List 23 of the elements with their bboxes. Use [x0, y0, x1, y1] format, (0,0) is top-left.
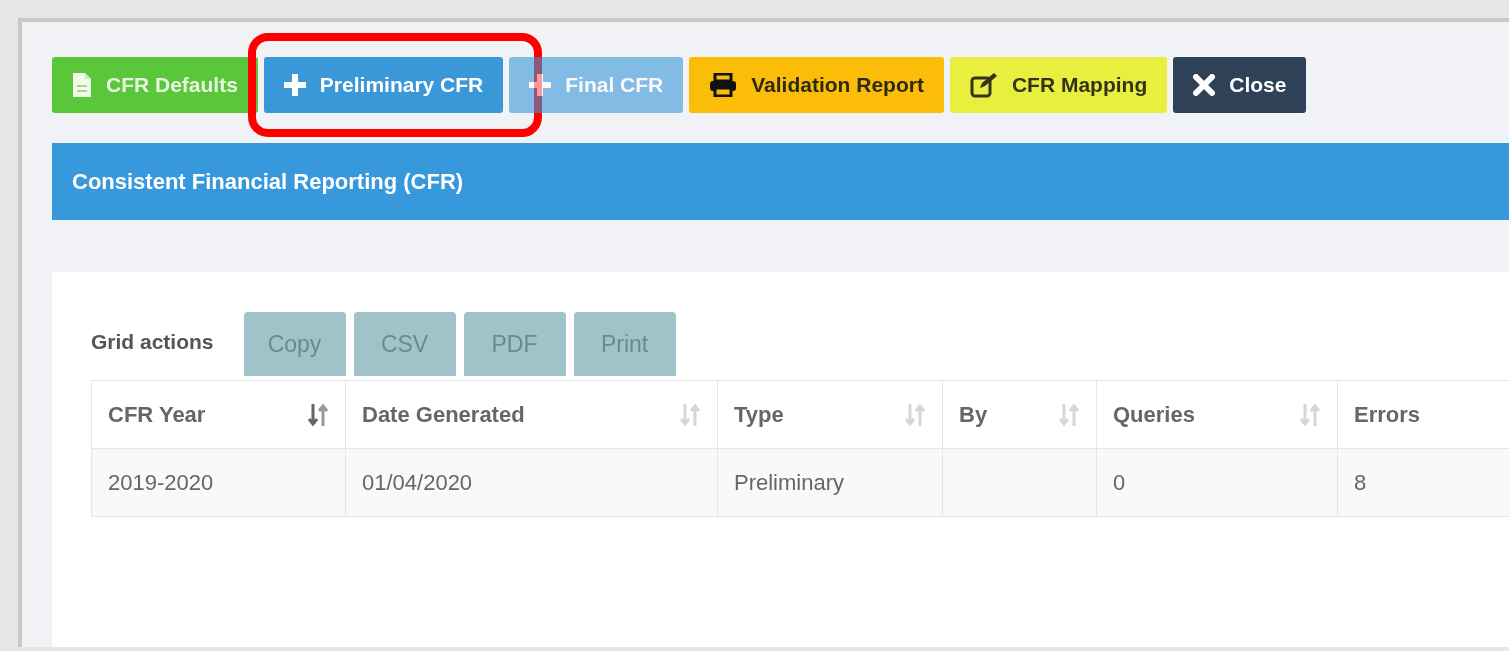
plus-icon [283, 74, 306, 96]
printer-icon [709, 73, 738, 97]
toolbar-button[interactable]: Validation Report [689, 57, 944, 113]
table-cell: 01/04/2020 [362, 470, 473, 495]
table-cell: Preliminary [734, 470, 845, 495]
document-icon [72, 72, 92, 98]
grid-actions-label: Grid actions [91, 329, 214, 355]
column-header[interactable]: Queries [1096, 380, 1338, 449]
column-header[interactable]: Date Generated [345, 380, 718, 449]
column-header[interactable]: Errors [1337, 380, 1509, 449]
table-cell: 2019-2020 [108, 470, 214, 495]
column-header[interactable]: Type [717, 380, 943, 449]
table-cell: 0 [1113, 470, 1126, 495]
column-header[interactable]: By [942, 380, 1097, 449]
table-cell: 8 [1354, 470, 1367, 495]
edit-icon [969, 72, 998, 98]
close-icon [1193, 74, 1216, 96]
toolbar-button[interactable]: Preliminary CFR [263, 57, 504, 113]
toolbar-button[interactable]: Close [1173, 57, 1307, 113]
page-title: Consistent Financial Reporting (CFR) [72, 168, 464, 196]
toolbar-button[interactable]: CFR Mapping [949, 57, 1168, 113]
column-header[interactable]: CFR Year [91, 380, 346, 449]
plus-icon [529, 74, 552, 96]
